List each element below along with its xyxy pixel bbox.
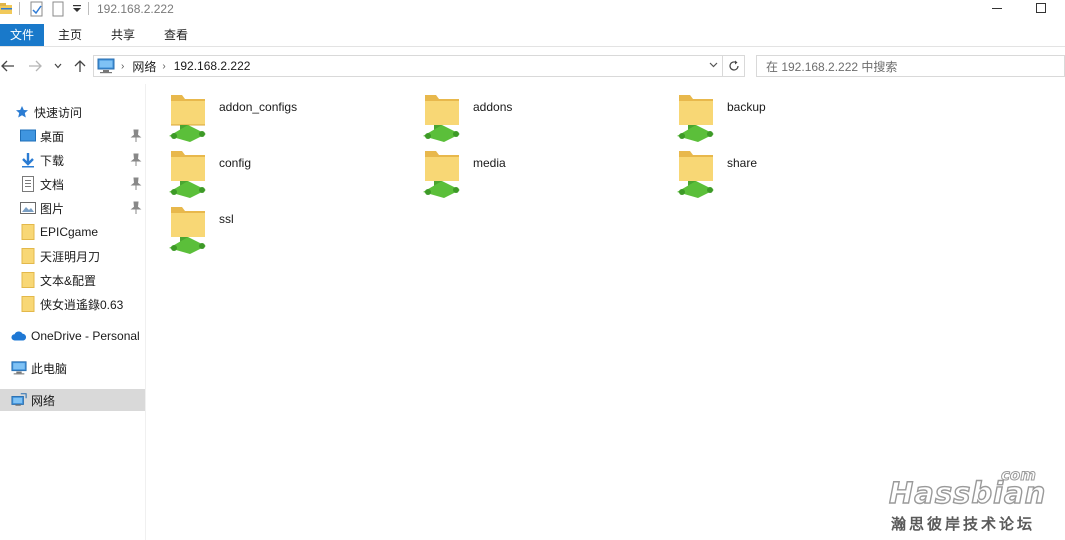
shared-folder-icon xyxy=(423,151,460,198)
refresh-icon[interactable] xyxy=(723,55,745,77)
folder-name: addon_configs xyxy=(219,100,298,114)
folder-item-addon-configs[interactable]: addon_configs xyxy=(168,92,418,144)
network-computer-icon xyxy=(97,58,115,74)
shared-folder-icon xyxy=(423,95,460,142)
cloud-icon xyxy=(11,328,27,344)
address-bar[interactable]: › 网络 › 192.168.2.222 xyxy=(93,55,723,77)
pin-icon[interactable] xyxy=(130,177,142,191)
tab-share[interactable]: 共享 xyxy=(103,24,143,46)
sidebar-item-xianv[interactable]: 侠女逍遙錄0.63 xyxy=(0,293,145,315)
breadcrumb-chevron-icon[interactable]: › xyxy=(162,61,165,72)
sidebar-item-onedrive[interactable]: OneDrive - Personal xyxy=(0,325,145,347)
breadcrumb-chevron-icon[interactable]: › xyxy=(121,61,124,72)
title-separator xyxy=(88,2,89,15)
minimize-icon[interactable] xyxy=(982,0,1012,16)
folder-name: backup xyxy=(727,100,766,114)
back-arrow-icon[interactable] xyxy=(0,57,16,75)
folder-item-addons[interactable]: addons xyxy=(422,92,672,144)
folder-name: addons xyxy=(473,100,513,114)
pin-icon[interactable] xyxy=(130,129,142,143)
picture-icon xyxy=(20,200,36,216)
title-bar: 192.168.2.222 xyxy=(0,0,1065,18)
shared-folder-icon xyxy=(169,95,206,142)
shared-folder-icon xyxy=(677,151,714,198)
sidebar-item-documents[interactable]: 文档 xyxy=(0,173,145,195)
sidebar-item-desktop[interactable]: 桌面 xyxy=(0,125,145,147)
watermark-forum-name: 瀚思彼岸技术论坛 xyxy=(891,516,1036,533)
navigation-bar: › 网络 › 192.168.2.222 在 192.168.2.222 中搜索 xyxy=(0,53,1065,79)
pin-icon[interactable] xyxy=(130,201,142,215)
shared-folder-icon xyxy=(677,95,714,142)
sidebar-item-tianya[interactable]: 天涯明月刀 xyxy=(0,245,145,267)
forward-arrow-icon[interactable] xyxy=(27,57,43,75)
folder-item-backup[interactable]: backup xyxy=(676,92,926,144)
sidebar-item-this-pc[interactable]: 此电脑 xyxy=(0,357,145,379)
folder-item-media[interactable]: media xyxy=(422,148,672,200)
tab-home[interactable]: 主页 xyxy=(50,24,90,46)
shared-folder-icon xyxy=(169,151,206,198)
tab-view[interactable]: 查看 xyxy=(156,24,196,46)
folder-name: ssl xyxy=(219,212,234,226)
search-input[interactable]: 在 192.168.2.222 中搜索 xyxy=(756,55,1065,77)
download-arrow-icon xyxy=(20,152,36,168)
sidebar-item-text-config[interactable]: 文本&配置 xyxy=(0,269,145,291)
desktop-icon xyxy=(20,128,36,144)
sidebar-item-quick-access[interactable]: 快速访问 xyxy=(0,101,145,123)
app-icon[interactable] xyxy=(0,1,14,17)
properties-icon[interactable] xyxy=(30,1,44,17)
up-arrow-icon[interactable] xyxy=(72,57,88,75)
document-icon xyxy=(20,176,36,192)
network-icon xyxy=(11,392,27,408)
sidebar-item-pictures[interactable]: 图片 xyxy=(0,197,145,219)
folder-icon xyxy=(20,224,36,240)
sidebar-item-downloads[interactable]: 下载 xyxy=(0,149,145,171)
star-icon xyxy=(14,104,30,120)
ribbon: 文件 主页 共享 查看 xyxy=(0,24,1065,47)
folder-name: media xyxy=(473,156,506,170)
folder-icon xyxy=(20,272,36,288)
recent-locations-chevron-icon[interactable] xyxy=(52,57,64,75)
watermark-logo: com Hassbian 瀚思彼岸技术论坛 xyxy=(885,466,1055,534)
sidebar-item-network[interactable]: 网络 xyxy=(0,389,145,411)
maximize-icon[interactable] xyxy=(1026,0,1056,16)
sidebar-item-epicgame[interactable]: EPICgame xyxy=(0,221,145,243)
folder-name: share xyxy=(727,156,758,170)
title-separator xyxy=(19,2,20,15)
customize-toolbar-icon[interactable] xyxy=(72,1,82,17)
breadcrumb-host[interactable]: 192.168.2.222 xyxy=(174,59,251,73)
folder-icon xyxy=(20,296,36,312)
address-dropdown-icon[interactable] xyxy=(709,62,718,68)
folder-item-ssl[interactable]: ssl xyxy=(168,204,418,256)
navigation-pane: 快速访问 桌面 下载 文档 图片 EPICgame 天涯明月刀 文本&配置 侠女… xyxy=(0,84,146,540)
window-title: 192.168.2.222 xyxy=(97,2,174,16)
breadcrumb-network[interactable]: 网络 xyxy=(132,58,156,75)
shared-folder-icon xyxy=(169,207,206,254)
tab-file[interactable]: 文件 xyxy=(0,24,44,46)
watermark-brand: Hassbian xyxy=(888,475,1047,510)
pin-icon[interactable] xyxy=(130,153,142,167)
folder-name: config xyxy=(219,156,252,170)
folder-item-config[interactable]: config xyxy=(168,148,418,200)
computer-icon xyxy=(11,360,27,376)
folder-icon xyxy=(20,248,36,264)
folder-item-share[interactable]: share xyxy=(676,148,926,200)
new-folder-icon[interactable] xyxy=(52,1,64,17)
